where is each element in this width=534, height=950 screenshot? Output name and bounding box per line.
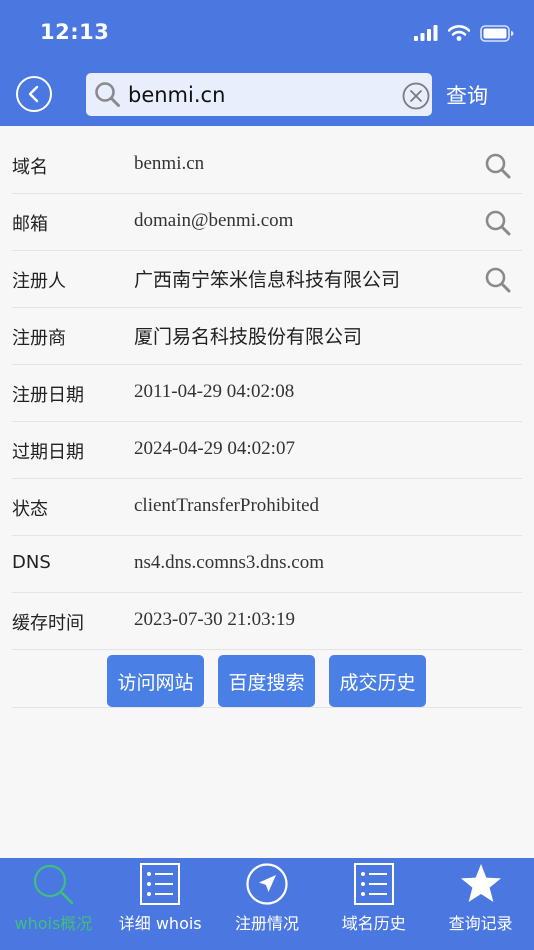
bottom-tab-bar: whois概况 详细 whois 注册情况 域名历史 查询记录 — [0, 858, 534, 950]
query-button[interactable]: 查询 — [446, 80, 488, 110]
tab-domain-history[interactable]: 域名历史 — [320, 858, 427, 950]
battery-icon — [480, 24, 514, 42]
status-time: 12:13 — [40, 20, 110, 44]
tab-registration[interactable]: 注册情况 — [214, 858, 321, 950]
row-label: 注册商 — [12, 328, 66, 349]
row-value: benmi.cn — [134, 153, 205, 174]
search-box — [86, 73, 432, 116]
tab-label: 域名历史 — [341, 914, 406, 933]
row-value: 2011-04-29 04:02:08 — [134, 381, 295, 402]
row-email: 邮箱 domain@benmi.com — [12, 194, 522, 251]
visit-site-button[interactable]: 访问网站 — [107, 655, 204, 707]
row-value: clientTransferProhibited — [134, 495, 320, 516]
signal-icon — [414, 25, 438, 41]
row-value: ns4.dns.comns3.dns.com — [134, 552, 324, 573]
row-domain: 域名 benmi.cn — [12, 137, 522, 194]
tab-label: whois概况 — [14, 914, 93, 933]
row-status: 状态 clientTransferProhibited — [12, 479, 522, 536]
row-label: 状态 — [12, 499, 48, 520]
search-icon[interactable] — [484, 152, 512, 180]
row-value: 厦门易名科技股份有限公司 — [134, 326, 363, 348]
row-value: 2023-07-30 21:03:19 — [134, 609, 295, 630]
baidu-search-button[interactable]: 百度搜索 — [218, 655, 315, 707]
row-value: 广西南宁笨米信息科技有限公司 — [134, 269, 401, 291]
trade-history-button[interactable]: 成交历史 — [329, 655, 426, 707]
tab-label: 查询记录 — [448, 914, 513, 933]
row-label: 过期日期 — [12, 442, 84, 463]
wifi-icon — [448, 25, 470, 41]
row-dns: DNS ns4.dns.comns3.dns.com — [12, 536, 522, 593]
search-icon[interactable] — [484, 209, 512, 237]
list-icon — [353, 863, 394, 905]
row-label: 域名 — [12, 157, 48, 178]
tab-label: 详细 whois — [118, 914, 202, 933]
star-icon — [460, 864, 501, 902]
navigation-icon — [246, 863, 288, 905]
row-cache-time: 缓存时间 2023-07-30 21:03:19 — [12, 593, 522, 650]
tab-detailed-whois[interactable]: 详细 whois — [107, 858, 214, 950]
row-label: DNS — [12, 552, 51, 573]
row-label: 缓存时间 — [12, 613, 84, 634]
top-bar: 12:13 benmi.cn 查询 — [0, 0, 534, 126]
search-icon — [95, 82, 120, 107]
action-buttons: 访问网站 百度搜索 成交历史 — [12, 650, 522, 708]
row-expiry-date: 过期日期 2024-04-29 04:02:07 — [12, 422, 522, 479]
tab-label: 注册情况 — [234, 914, 299, 933]
search-icon — [34, 864, 74, 905]
tab-whois-overview[interactable]: whois概况 — [0, 858, 107, 950]
list-icon — [140, 863, 181, 905]
status-icons — [414, 22, 514, 44]
row-registrar: 注册商 厦门易名科技股份有限公司 — [12, 308, 522, 365]
tab-query-records[interactable]: 查询记录 — [427, 858, 534, 950]
row-registrant: 注册人 广西南宁笨米信息科技有限公司 — [12, 251, 522, 308]
clear-icon[interactable] — [402, 82, 430, 110]
row-value: 2024-04-29 04:02:07 — [134, 438, 295, 459]
row-creation-date: 注册日期 2011-04-29 04:02:08 — [12, 365, 522, 422]
back-button[interactable] — [16, 76, 52, 112]
search-input[interactable] — [128, 77, 378, 112]
row-label: 邮箱 — [12, 214, 48, 235]
search-icon[interactable] — [484, 266, 512, 294]
row-value: domain@benmi.com — [134, 210, 294, 231]
row-label: 注册日期 — [12, 385, 84, 406]
whois-info-list: 域名 benmi.cn 邮箱 domain@benmi.com 注册人 广西南宁… — [12, 137, 522, 708]
row-label: 注册人 — [12, 271, 66, 292]
chevron-left-icon — [28, 85, 39, 103]
